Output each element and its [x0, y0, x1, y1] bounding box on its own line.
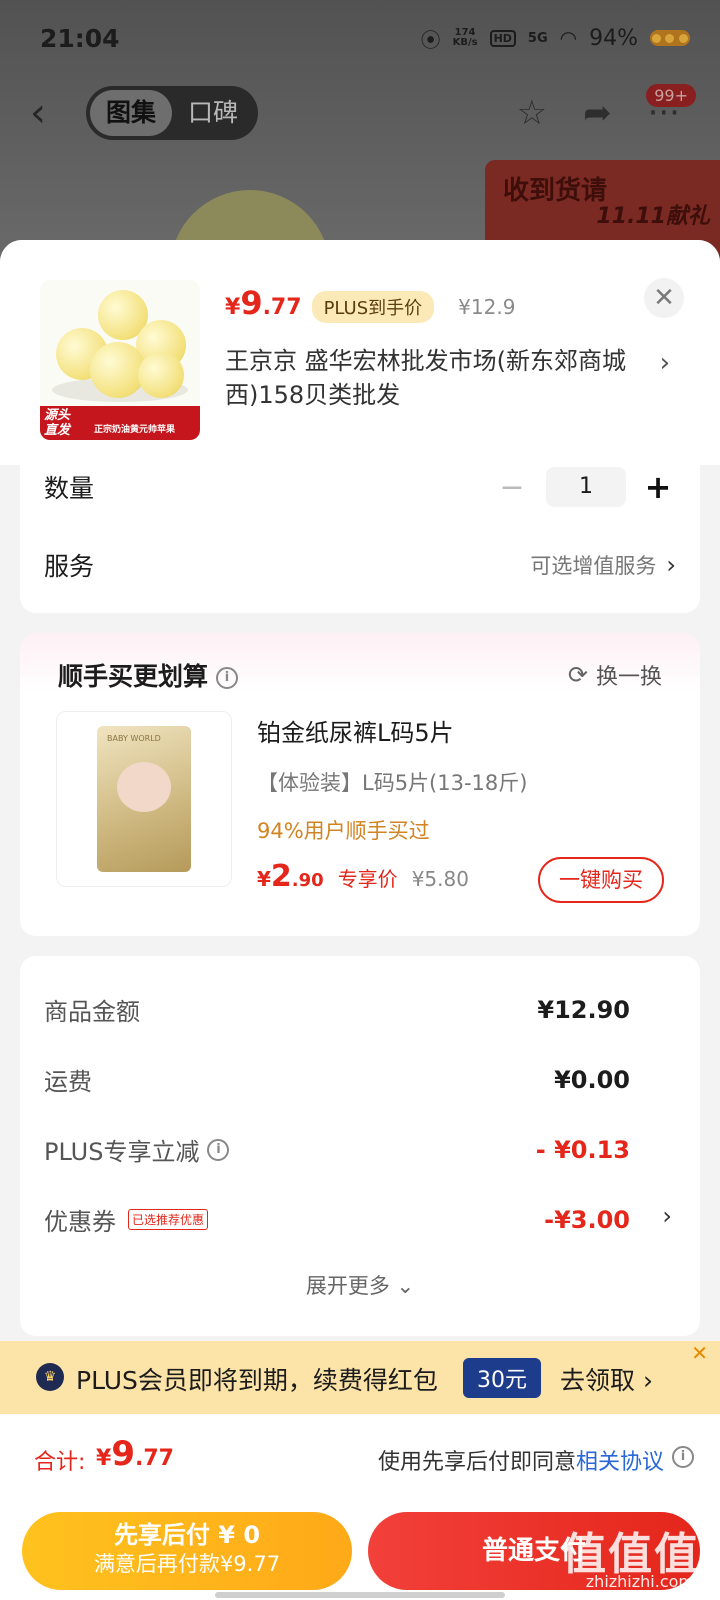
product-header: 源头 直发 正宗奶油黄元帅苹果 ¥9.77 PLUS到手价 ¥12.9 ✕ 王京…: [0, 240, 720, 465]
quantity-increase-button[interactable]: +: [640, 468, 676, 506]
service-value: 可选增值服务: [530, 554, 657, 578]
plus-red-packet-amount: 30元: [463, 1358, 541, 1398]
plus-logo-icon: ♛: [36, 1363, 64, 1391]
upsell-title: 顺手买更划算 i: [58, 657, 239, 693]
hd-icon: HD: [489, 29, 516, 47]
upsell-card: 顺手买更划算 i ⟳ 换一换 BABY WORLD 铂金纸尿裤L码5片 【体验装】…: [20, 633, 700, 936]
plus-price-badge: PLUS到手价: [311, 291, 435, 323]
agreement-text: 使用先享后付即同意相关协议: [377, 1450, 664, 1475]
media-tabs: 图集 口碑: [86, 86, 259, 140]
tab-gallery[interactable]: 图集: [90, 90, 173, 136]
product-price: ¥9.77: [225, 284, 302, 322]
total-bar: 合计: ¥9.77 使用先享后付即同意相关协议 i: [0, 1414, 720, 1498]
refresh-icon: ⟳: [567, 661, 588, 689]
one-click-buy-button[interactable]: 一键购买: [538, 857, 664, 903]
close-icon[interactable]: ✕: [691, 1341, 708, 1365]
location-icon: ⦿: [420, 27, 441, 52]
tab-reviews[interactable]: 口碑: [172, 90, 254, 136]
coupon-recommended-badge: 已选推荐优惠: [128, 1209, 209, 1230]
quantity-decrease-button[interactable]: −: [492, 470, 532, 505]
top-nav: ‹ 图集 口碑 ☆ ➦ ··· 99+: [30, 84, 700, 140]
battery-level: 94%: [589, 25, 638, 51]
message-badge: 99+: [646, 84, 696, 107]
total-amount: ¥9.77: [96, 1434, 174, 1474]
network-speed: 174 KB/s: [452, 27, 478, 48]
status-time: 21:04: [40, 23, 120, 53]
plus-renewal-banner[interactable]: ♛ PLUS会员即将到期，续费得红包 30元 去领取 › ✕: [0, 1341, 720, 1414]
swap-button[interactable]: ⟳ 换一换: [568, 659, 662, 691]
status-icons: ⦿ 174 KB/s HD 5G ◠ 94%: [421, 24, 690, 53]
back-icon[interactable]: ‹: [30, 93, 64, 133]
upsell-product-name[interactable]: 铂金纸尿裤L码5片: [257, 713, 454, 748]
info-icon[interactable]: i: [216, 667, 239, 689]
upsell-product-spec: 【体验装】L码5片(13-18斤): [257, 771, 528, 795]
product-price-row: ¥9.77 PLUS到手价 ¥12.9: [225, 284, 515, 323]
info-icon[interactable]: i: [672, 1446, 694, 1468]
notification-dots-icon: [650, 30, 690, 46]
upsell-product-image[interactable]: BABY WORLD: [56, 711, 232, 887]
service-row[interactable]: 服务 可选增值服务 ›: [44, 545, 676, 585]
upsell-price: ¥2.90: [257, 859, 324, 894]
chevron-right-icon[interactable]: ›: [662, 1202, 672, 1230]
shop-name[interactable]: 王京京 盛华宏林批发市场(新东郊商城西)158贝类批发: [225, 344, 645, 412]
chevron-right-icon[interactable]: ›: [660, 348, 670, 378]
product-thumbnail: 源头 直发 正宗奶油黄元帅苹果: [40, 280, 200, 440]
agreement-link[interactable]: 相关协议: [576, 1450, 664, 1475]
chevron-right-icon: ›: [666, 551, 676, 579]
close-button[interactable]: ✕: [644, 278, 684, 318]
summary-row-coupon[interactable]: 优惠券 已选推荐优惠 -¥3.00: [44, 1202, 630, 1237]
original-price: ¥12.9: [458, 295, 516, 319]
pay-later-button[interactable]: 先享后付 ¥ 0 满意后再付款¥9.77: [22, 1512, 352, 1590]
info-icon[interactable]: i: [207, 1138, 230, 1161]
upsell-price-tag: 专享价: [337, 867, 398, 891]
watermark-url: zhizhizhi.com: [585, 1572, 694, 1591]
thumbnail-tag: 源头 直发 正宗奶油黄元帅苹果: [40, 406, 200, 440]
quantity-input[interactable]: 1: [546, 467, 626, 507]
home-indicator[interactable]: [215, 1592, 505, 1598]
quantity-label: 数量: [44, 474, 95, 503]
expand-more-button[interactable]: 展开更多 ⌄: [0, 1270, 720, 1300]
favorite-star-icon[interactable]: ☆: [517, 93, 547, 133]
summary-row-shipping: 运费 ¥0.00: [44, 1065, 630, 1097]
summary-row-plus-discount: PLUS专享立减 i - ¥0.13: [44, 1135, 630, 1167]
upsell-price-row: ¥2.90 专享价 ¥5.80: [257, 859, 469, 894]
total-label: 合计:: [34, 1450, 86, 1475]
signal-icon: 5G: [527, 30, 548, 46]
wifi-icon: ◠: [559, 26, 578, 50]
quantity-row: 数量 − 1 +: [44, 467, 676, 507]
background-page: 21:04 ⦿ 174 KB/s HD 5G ◠ 94% ‹ 图集 口碑 ☆ ➦ …: [0, 0, 720, 280]
chevron-down-icon: ⌄: [396, 1274, 415, 1298]
status-bar: 21:04 ⦿ 174 KB/s HD 5G ◠ 94%: [40, 18, 690, 58]
share-icon[interactable]: ➦: [583, 93, 612, 133]
service-label: 服务: [44, 552, 95, 581]
quantity-stepper: − 1 +: [492, 467, 676, 507]
plus-renewal-text: PLUS会员即将到期，续费得红包: [76, 1366, 438, 1395]
summary-row-goods: 商品金额 ¥12.90: [44, 995, 630, 1027]
plus-claim-link[interactable]: 去领取 ›: [560, 1361, 653, 1397]
upsell-purchase-tip: 94%用户顺手买过: [257, 819, 430, 843]
upsell-original-price: ¥5.80: [411, 867, 469, 891]
options-card: 数量 − 1 + 服务 可选增值服务 ›: [20, 455, 700, 613]
